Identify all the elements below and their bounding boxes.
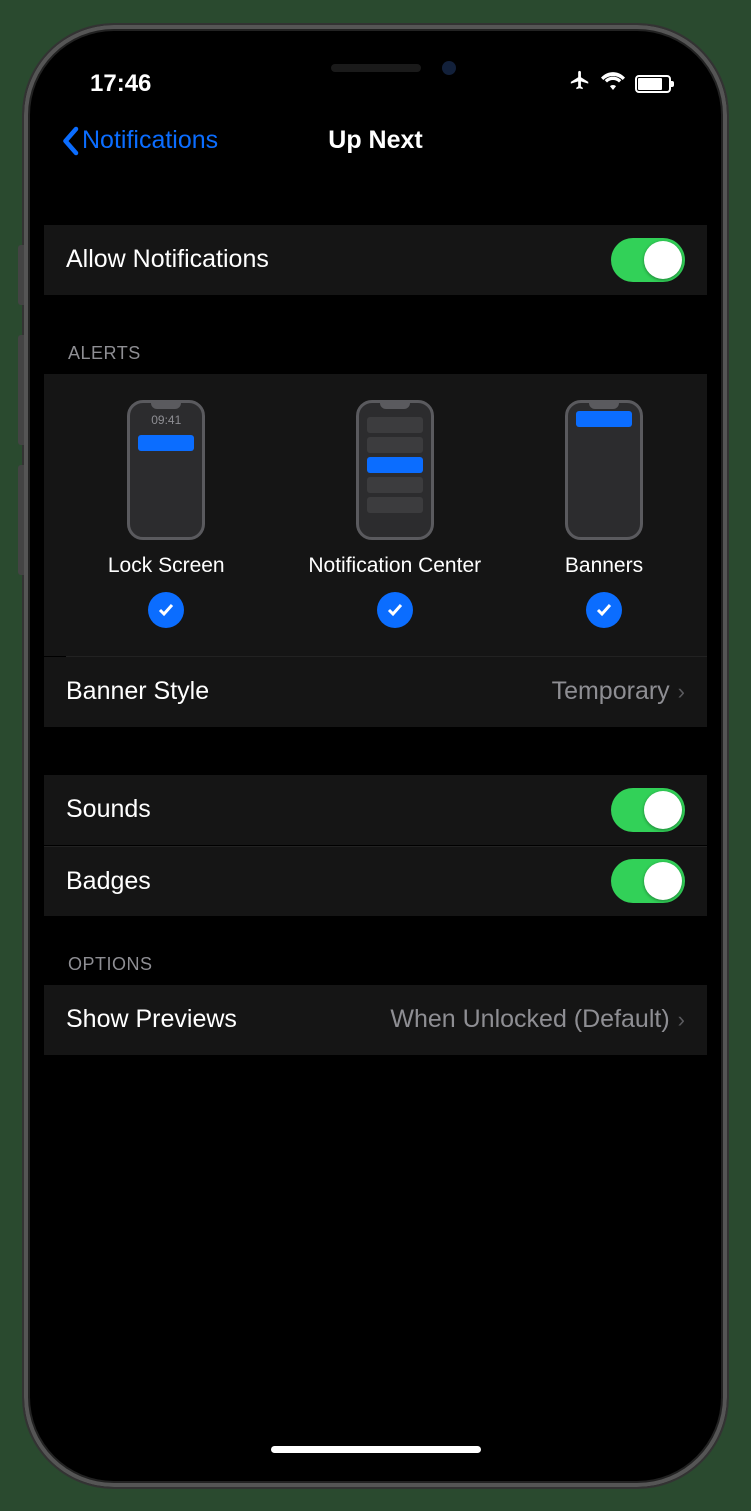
chevron-right-icon: › [678,1007,685,1033]
notification-center-preview-icon [356,400,434,540]
alert-lock-screen-check[interactable] [148,592,184,628]
lock-screen-preview-icon: 09:41 [127,400,205,540]
screen: 17:46 Notifications Up Next [44,45,707,1467]
show-previews-label: Show Previews [66,1005,237,1034]
device-frame: 17:46 Notifications Up Next [24,25,727,1487]
alert-lock-screen[interactable]: 09:41 Lock Screen [108,400,225,628]
battery-icon [635,75,671,93]
badges-row[interactable]: Badges [44,846,707,916]
airplane-mode-icon [569,69,591,98]
sounds-row[interactable]: Sounds [44,775,707,845]
navigation-bar: Notifications Up Next [44,105,707,177]
sounds-switch[interactable] [611,788,685,832]
badges-switch[interactable] [611,859,685,903]
alert-notification-center-label: Notification Center [308,554,481,578]
alert-notification-center[interactable]: Notification Center [308,400,481,628]
banner-style-row[interactable]: Banner Style Temporary › [44,657,707,727]
alert-banners[interactable]: Banners [565,400,643,628]
banner-style-label: Banner Style [66,677,209,706]
sounds-label: Sounds [66,795,151,824]
content: Allow Notifications ALERTS 09:41 Lock Sc… [44,177,707,1055]
alerts-style-picker: 09:41 Lock Screen Notifica [44,374,707,656]
options-section-header: OPTIONS [44,954,707,985]
alerts-section-header: ALERTS [44,343,707,374]
alert-notification-center-check[interactable] [377,592,413,628]
badges-label: Badges [66,867,151,896]
banners-preview-icon [565,400,643,540]
home-indicator[interactable] [271,1446,481,1453]
alert-banners-label: Banners [565,554,643,578]
alert-banners-check[interactable] [586,592,622,628]
allow-notifications-row[interactable]: Allow Notifications [44,225,707,295]
chevron-left-icon [60,126,80,156]
back-button[interactable]: Notifications [60,126,218,156]
status-time: 17:46 [90,70,151,98]
wifi-icon [601,70,625,98]
allow-notifications-label: Allow Notifications [66,245,269,274]
show-previews-row[interactable]: Show Previews When Unlocked (Default) › [44,985,707,1055]
device-notch [216,45,536,91]
allow-notifications-switch[interactable] [611,238,685,282]
show-previews-value: When Unlocked (Default) [390,1005,669,1034]
banner-style-value: Temporary [552,677,670,706]
back-label: Notifications [82,126,218,155]
chevron-right-icon: › [678,679,685,705]
alert-lock-screen-label: Lock Screen [108,554,225,578]
